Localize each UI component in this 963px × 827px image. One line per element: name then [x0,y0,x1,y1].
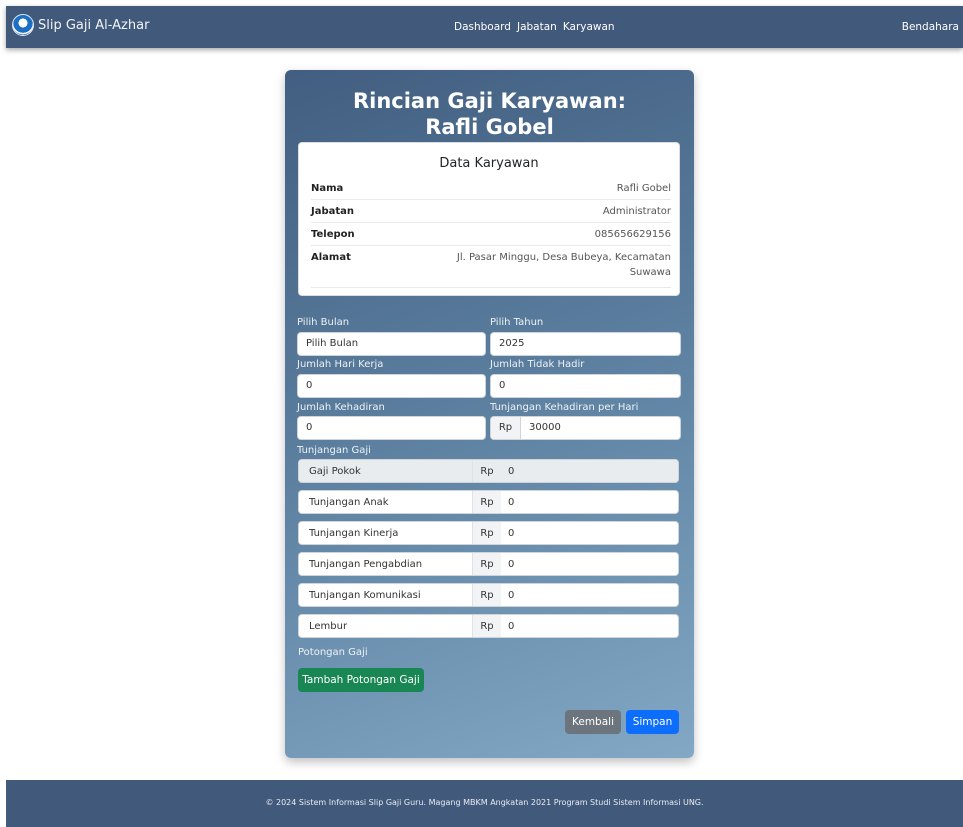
employee-label: Alamat [311,252,351,263]
allowance-name: Tunjangan Komunikasi [299,584,473,606]
potongan-heading: Potongan Gaji [298,647,368,658]
employee-data-heading: Data Karyawan [439,156,539,171]
employee-value: 085656629156 [594,229,671,240]
tidak-hadir-input[interactable]: 0 [490,374,681,398]
address-line2: Suwawa [629,267,671,278]
employee-value: Jl. Pasar Minggu, Desa Bubeya, Kecamatan… [457,252,671,282]
hari-kerja-label: Jumlah Hari Kerja [297,359,384,370]
nav-link-dashboard[interactable]: Dashboard [454,21,511,33]
page-title-line1: Rincian Gaji Karyawan: [352,89,627,113]
tunjangan-anak-input[interactable]: 0 [501,491,678,513]
tunjangan-kehadiran-input[interactable]: Rp 30000 [490,416,681,440]
tidak-hadir-label: Jumlah Tidak Hadir [490,359,585,370]
currency-prefix: Rp [473,553,501,575]
page-title-employee-name: Rafli Gobel [425,115,554,139]
nav-link-karyawan[interactable]: Karyawan [563,21,615,33]
gaji-pokok-field: Gaji Pokok Rp 0 [298,459,679,483]
currency-prefix: Rp [473,615,501,637]
employee-label: Jabatan [311,206,355,217]
tahun-label: Pilih Tahun [490,317,544,328]
lembur-input[interactable]: 0 [501,615,678,637]
employee-label: Nama [311,183,344,194]
tunjangan-heading: Tunjangan Gaji [297,445,371,456]
nav-links: Dashboard Jabatan Karyawan [454,21,615,33]
user-menu[interactable]: Bendahara [902,21,959,33]
footer-text: © 2024 Sistem Informasi Slip Gaji Guru. … [265,798,704,807]
back-button[interactable]: Kembali [565,710,621,734]
employee-value: Administrator [602,206,671,217]
footer: © 2024 Sistem Informasi Slip Gaji Guru. … [6,780,963,827]
employee-label: Telepon [311,229,355,240]
employee-data-box: Data Karyawan Nama Rafli Gobel Jabatan A… [298,142,680,296]
currency-prefix: Rp [473,491,501,513]
tunjangan-kehadiran-value[interactable]: 30000 [521,417,569,439]
bulan-select[interactable]: Pilih Bulan [297,332,486,356]
allowance-name: Gaji Pokok [299,460,473,482]
tunjangan-kinerja-input[interactable]: 0 [501,522,678,544]
allowance-name: Tunjangan Kinerja [299,522,473,544]
allowance-name: Lembur [299,615,473,637]
gaji-pokok-input[interactable]: 0 [501,460,678,482]
hari-kerja-input[interactable]: 0 [297,374,486,398]
tunjangan-komunikasi-field: Tunjangan Komunikasi Rp 0 [298,583,679,607]
tunjangan-kehadiran-label: Tunjangan Kehadiran per Hari [490,402,639,413]
employee-row-alamat: Alamat Jl. Pasar Minggu, Desa Bubeya, Ke… [311,252,671,288]
allowance-name: Tunjangan Pengabdian [299,553,473,575]
currency-prefix: Rp [473,584,501,606]
tahun-select[interactable]: 2025 [490,332,681,356]
salary-detail-card: Rincian Gaji Karyawan: Rafli Gobel Data … [285,70,694,758]
tunjangan-pengabdian-input[interactable]: 0 [501,553,678,575]
tunjangan-komunikasi-input[interactable]: 0 [501,584,678,606]
employee-row-jabatan: Jabatan Administrator [311,206,671,223]
page-title: Rincian Gaji Karyawan: Rafli Gobel [285,88,694,140]
currency-prefix: Rp [491,417,521,439]
lembur-field: Lembur Rp 0 [298,614,679,638]
kehadiran-label: Jumlah Kehadiran [297,402,385,413]
top-navbar: Slip Gaji Al-Azhar Dashboard Jabatan Kar… [6,6,963,48]
tunjangan-pengabdian-field: Tunjangan Pengabdian Rp 0 [298,552,679,576]
save-button[interactable]: Simpan [626,710,679,734]
employee-row-nama: Nama Rafli Gobel [311,183,671,200]
brand[interactable]: Slip Gaji Al-Azhar [12,14,149,36]
allowance-name: Tunjangan Anak [299,491,473,513]
brand-title[interactable]: Slip Gaji Al-Azhar [38,18,149,33]
school-logo-icon [12,14,34,36]
employee-row-telepon: Telepon 085656629156 [311,229,671,246]
employee-value: Rafli Gobel [616,183,671,194]
bulan-label: Pilih Bulan [297,317,350,328]
tunjangan-anak-field: Tunjangan Anak Rp 0 [298,490,679,514]
currency-prefix: Rp [473,460,501,482]
kehadiran-input[interactable]: 0 [297,416,486,440]
nav-link-jabatan[interactable]: Jabatan [517,21,557,33]
add-deduction-button[interactable]: Tambah Potongan Gaji [298,668,424,692]
currency-prefix: Rp [473,522,501,544]
tunjangan-kinerja-field: Tunjangan Kinerja Rp 0 [298,521,679,545]
address-line1: Jl. Pasar Minggu, Desa Bubeya, Kecamatan [456,252,671,263]
